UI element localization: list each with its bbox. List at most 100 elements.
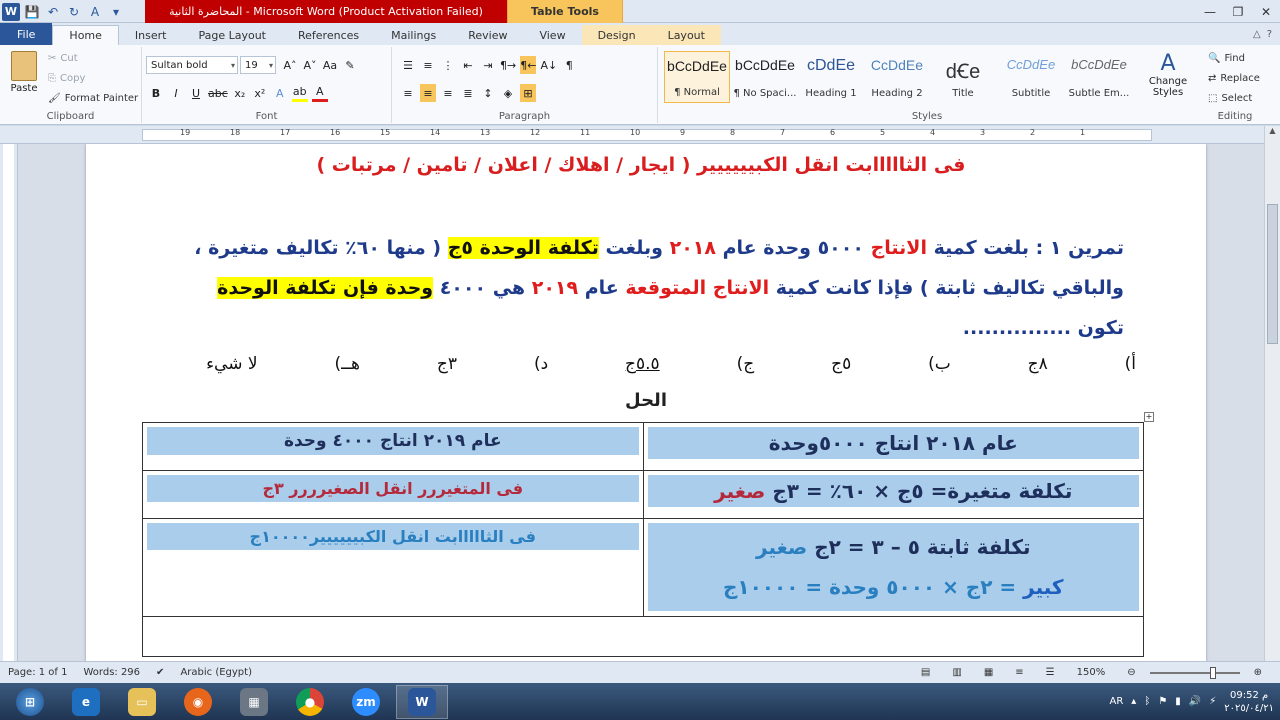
style-subtle-emphasis[interactable]: bCcDdEe Subtle Em... (1066, 51, 1132, 103)
style-subtitle[interactable]: CcDdEe Subtitle (998, 51, 1064, 103)
shading-icon[interactable]: ◈ (500, 84, 516, 102)
table-move-handle[interactable]: + (1144, 412, 1154, 422)
sort-icon[interactable]: A↓ (540, 56, 557, 74)
tab-insert[interactable]: Insert (119, 25, 183, 45)
ltr-icon[interactable]: ¶→ (500, 56, 516, 74)
underline-icon[interactable]: U (188, 84, 204, 102)
vertical-scrollbar[interactable]: ▲ (1264, 126, 1280, 661)
format-painter-button[interactable]: 🖌 Format Painter (48, 93, 138, 104)
grow-font-icon[interactable]: A˄ (282, 56, 298, 74)
table-cell[interactable]: فى الثااااابت انقل الكبيييييير١٠٠٠٠ج (142, 518, 644, 617)
document-page[interactable]: فى الثااااابت انقل الكبيييييير ( ايجار /… (86, 144, 1206, 661)
flag-icon[interactable]: ⚑ (1158, 696, 1167, 707)
tab-review[interactable]: Review (452, 25, 523, 45)
highlight-icon[interactable]: ab (291, 84, 308, 102)
change-case-icon[interactable]: Aa (322, 56, 338, 74)
font-size-box[interactable]: 19 ▾ (240, 56, 276, 74)
undo-icon[interactable]: ↶ (44, 3, 62, 21)
horizontal-ruler[interactable]: 19 18 17 16 15 14 13 12 11 10 9 8 7 6 5 … (0, 126, 1264, 144)
word-count[interactable]: Words: 296 (75, 667, 148, 678)
close-button[interactable]: ✕ (1252, 0, 1280, 23)
taskbar-word[interactable]: W (396, 684, 448, 719)
style-normal[interactable]: bCcDdEe ¶ Normal (664, 51, 730, 103)
show-marks-icon[interactable]: ¶ (561, 56, 577, 74)
style-heading-1[interactable]: cDdEe Heading 1 (798, 51, 864, 103)
numbering-icon[interactable]: ≡ (420, 56, 436, 74)
rtl-icon[interactable]: ¶← (520, 56, 537, 74)
language-indicator[interactable]: Arabic (Egypt) (172, 667, 260, 678)
maximize-button[interactable]: ❐ (1224, 0, 1252, 23)
tab-file[interactable]: File (0, 23, 53, 45)
strikethrough-icon[interactable]: abc (208, 84, 228, 102)
align-left-icon[interactable]: ≡ (400, 84, 416, 102)
line-spacing-icon[interactable]: ↕ (480, 84, 496, 102)
full-screen-icon[interactable]: ▥ (944, 667, 969, 678)
tab-mailings[interactable]: Mailings (375, 25, 452, 45)
taskbar-zoom[interactable]: zm (340, 685, 392, 719)
clear-format-icon[interactable]: ✎ (342, 56, 358, 74)
tab-view[interactable]: View (523, 25, 581, 45)
scroll-thumb[interactable] (1267, 204, 1278, 344)
multilevel-list-icon[interactable]: ⋮ (440, 56, 456, 74)
table-cell[interactable]: تكلفة ثابتة ٥ – ٣ = ٢ج صغير كبير = ٢ج × … (642, 518, 1144, 617)
table-cell[interactable]: فى المتغيررر انقل الصغيرررر ٣ج (142, 470, 644, 519)
save-icon[interactable]: 💾 (23, 3, 41, 21)
taskbar-explorer[interactable]: ▭ (116, 685, 168, 719)
superscript-icon[interactable]: x² (252, 84, 268, 102)
tab-references[interactable]: References (282, 25, 375, 45)
scroll-up-icon[interactable]: ▲ (1265, 126, 1280, 140)
shrink-font-icon[interactable]: A˅ (302, 56, 318, 74)
start-button[interactable]: ⊞ (4, 685, 56, 719)
outline-icon[interactable]: ≡ (1007, 667, 1031, 678)
zoom-level[interactable]: 150% (1069, 667, 1114, 678)
replace-button[interactable]: ⇄ Replace (1208, 73, 1260, 84)
taskbar-firefox[interactable]: ◉ (172, 685, 224, 719)
page-count[interactable]: Page: 1 of 1 (0, 667, 75, 678)
select-button[interactable]: ⬚ Select (1208, 93, 1252, 104)
clock[interactable]: 09:52 م ٢٠٢٥/٠٤/٢١ (1224, 689, 1274, 715)
style-title[interactable]: dꞒe Title (930, 51, 996, 103)
draft-icon[interactable]: ☰ (1038, 667, 1063, 678)
justify-icon[interactable]: ≣ (460, 84, 476, 102)
table-cell[interactable]: عام ٢٠١٨ انتاج ٥٠٠٠وحدة (642, 422, 1144, 471)
font-color-icon[interactable]: A (86, 3, 104, 21)
table-cell[interactable]: تكلفة متغيرة= ٥ج × ٦٠٪ = ٣ج صغير (642, 470, 1144, 519)
help-icon[interactable]: ? (1267, 29, 1272, 40)
taskbar-chrome[interactable]: ● (284, 685, 336, 719)
proofing-icon[interactable]: ✔ (148, 667, 172, 678)
copy-button[interactable]: ⎘ Copy (48, 73, 85, 84)
taskbar-calculator[interactable]: ▦ (228, 685, 280, 719)
input-language[interactable]: AR (1109, 696, 1123, 707)
font-color-icon[interactable]: A (311, 84, 328, 102)
paste-button[interactable]: Paste (8, 51, 40, 94)
style-no-spacing[interactable]: bCcDdEe ¶ No Spaci... (732, 51, 798, 103)
tab-page-layout[interactable]: Page Layout (182, 25, 282, 45)
italic-icon[interactable]: I (168, 84, 184, 102)
zoom-in-icon[interactable]: ⊕ (1246, 667, 1270, 678)
font-name-box[interactable]: Sultan bold ▾ (146, 56, 238, 74)
align-center-icon[interactable]: ≡ (420, 84, 436, 102)
tab-design[interactable]: Design (581, 25, 652, 45)
tray-expand-icon[interactable]: ▴ (1131, 696, 1136, 707)
zoom-out-icon[interactable]: ⊖ (1119, 667, 1143, 678)
web-layout-icon[interactable]: ▦ (976, 667, 1001, 678)
decrease-indent-icon[interactable]: ⇤ (460, 56, 476, 74)
tab-home[interactable]: Home (52, 25, 119, 45)
cut-button[interactable]: ✂ Cut (48, 53, 78, 64)
style-heading-2[interactable]: CcDdEe Heading 2 (864, 51, 930, 103)
subscript-icon[interactable]: x₂ (232, 84, 248, 102)
zoom-slider[interactable] (1149, 666, 1240, 679)
network-icon[interactable]: ▮ (1175, 696, 1181, 707)
print-layout-icon[interactable]: ▤ (913, 667, 938, 678)
align-right-icon[interactable]: ≡ (440, 84, 456, 102)
change-styles-button[interactable]: A Change Styles (1148, 51, 1188, 98)
increase-indent-icon[interactable]: ⇥ (480, 56, 496, 74)
volume-icon[interactable]: 🔊 (1189, 696, 1201, 707)
find-button[interactable]: 🔍 Find (1208, 53, 1245, 64)
tab-layout[interactable]: Layout (651, 25, 721, 45)
customize-qat-icon[interactable]: ▾ (107, 3, 125, 21)
borders-icon[interactable]: ⊞ (520, 84, 536, 102)
word-logo-icon[interactable]: W (2, 2, 20, 21)
taskbar-ie[interactable]: e (60, 685, 112, 719)
table-cell[interactable] (142, 616, 1144, 657)
